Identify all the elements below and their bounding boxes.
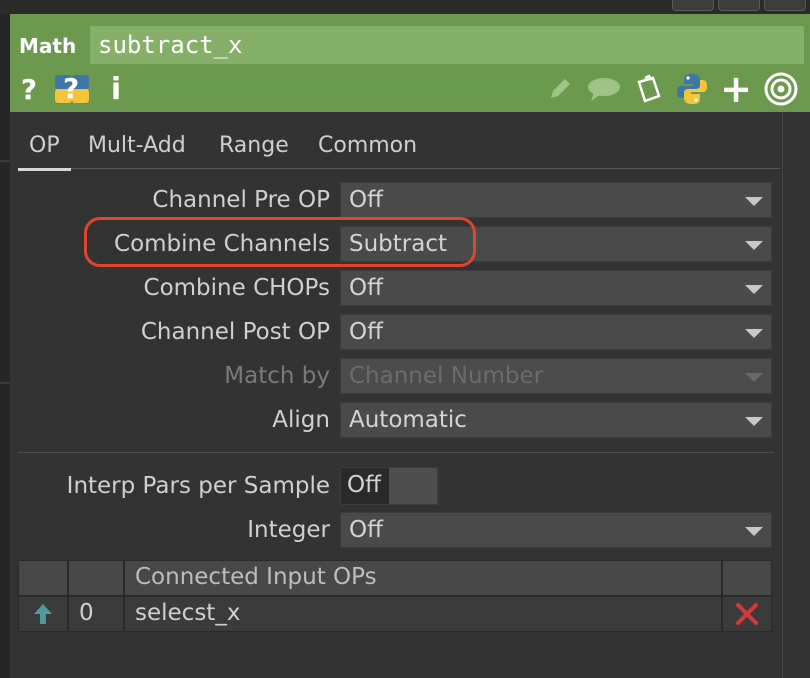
window-button[interactable] [672, 0, 714, 11]
channel-post-op-label: Channel Post OP [140, 319, 330, 345]
table-header-connected-inputs: Connected Input OPs [124, 560, 722, 596]
target-icon-svg [764, 72, 798, 106]
chevron-down-icon [745, 417, 763, 426]
chevron-down-icon [745, 285, 763, 294]
input-op-name[interactable]: selecst_x [124, 596, 722, 632]
info-icon-glyph: i [110, 71, 122, 107]
strip-mark [0, 382, 10, 384]
chevron-down-icon [745, 197, 763, 206]
combine-chops-menu[interactable]: Off [340, 270, 772, 306]
integer-menu[interactable]: Off [340, 512, 772, 548]
table-header-cell [18, 560, 68, 596]
interp-pars-label: Interp Pars per Sample [66, 473, 330, 499]
help-icon-glyph: ? [20, 72, 38, 106]
add-icon-glyph: + [720, 67, 752, 111]
help-icon[interactable]: ? [18, 72, 40, 106]
integer-value: Off [349, 517, 383, 543]
comment-icon[interactable] [584, 74, 624, 104]
tab-op[interactable]: OP [18, 132, 71, 171]
tab-mult-add[interactable]: Mult-Add [77, 132, 197, 168]
align-value: Automatic [349, 407, 467, 433]
pencil-icon-svg [551, 79, 570, 98]
channel-pre-op-menu[interactable]: Off [340, 182, 772, 218]
panel-scrollbar[interactable] [782, 112, 810, 678]
close-icon [736, 603, 758, 625]
arrow-up-icon[interactable] [19, 597, 67, 631]
combine-chops-label: Combine CHOPs [143, 275, 330, 301]
clipboard-icon[interactable] [630, 74, 666, 104]
delete-input-button[interactable] [722, 596, 772, 632]
host-left-strip [0, 14, 10, 678]
comment-icon-svg [588, 78, 620, 101]
info-icon[interactable]: i [106, 71, 126, 107]
interp-pars-toggle[interactable]: Off [340, 467, 438, 505]
host-window-top-strip [0, 0, 810, 14]
clipboard-icon-svg [637, 74, 661, 103]
interp-pars-value: Off [341, 468, 389, 504]
align-label: Align [272, 407, 330, 433]
match-by-value: Channel Number [349, 363, 544, 389]
match-by-label: Match by [224, 363, 330, 389]
align-menu[interactable]: Automatic [340, 402, 772, 438]
python-icon-svg [677, 74, 707, 104]
chevron-down-icon [745, 329, 763, 338]
chevron-down-icon [745, 373, 763, 382]
target-icon[interactable] [762, 72, 800, 106]
chevron-down-icon [745, 527, 763, 536]
operator-type-label: Math [19, 34, 77, 58]
highlight-annotation [84, 217, 476, 267]
python-icon[interactable] [674, 74, 710, 104]
table-header-cell [68, 560, 124, 596]
section-divider [18, 452, 774, 453]
chevron-down-icon [745, 241, 763, 250]
parameter-panel: OP Mult-Add Range Common Channel Pre OP … [10, 112, 782, 678]
channel-post-op-menu[interactable]: Off [340, 314, 772, 350]
channel-pre-op-label: Channel Pre OP [152, 187, 330, 213]
combine-chops-value: Off [349, 275, 383, 301]
table-header-cell [722, 560, 772, 596]
tab-common[interactable]: Common [307, 132, 428, 168]
window-button[interactable] [718, 0, 760, 11]
channel-pre-op-value: Off [349, 187, 383, 213]
match-by-menu: Channel Number [340, 358, 772, 394]
strip-mark [0, 160, 10, 162]
window-button[interactable] [764, 0, 806, 11]
operator-name-input[interactable] [90, 26, 804, 64]
python-help-icon[interactable]: ? [54, 72, 90, 105]
channel-post-op-value: Off [349, 319, 383, 345]
pencil-icon[interactable] [544, 74, 576, 104]
table-row [18, 596, 68, 632]
parameter-tabs: OP Mult-Add Range Common [18, 132, 780, 171]
connected-inputs-table: Connected Input OPs 0 selecst_x [18, 560, 774, 632]
tab-range[interactable]: Range [208, 132, 300, 168]
input-index: 0 [68, 596, 124, 632]
operator-header: Math ? ? i [10, 14, 810, 112]
python-help-glyph: ? [63, 72, 80, 105]
integer-label: Integer [247, 517, 330, 543]
add-icon[interactable]: + [718, 67, 754, 111]
